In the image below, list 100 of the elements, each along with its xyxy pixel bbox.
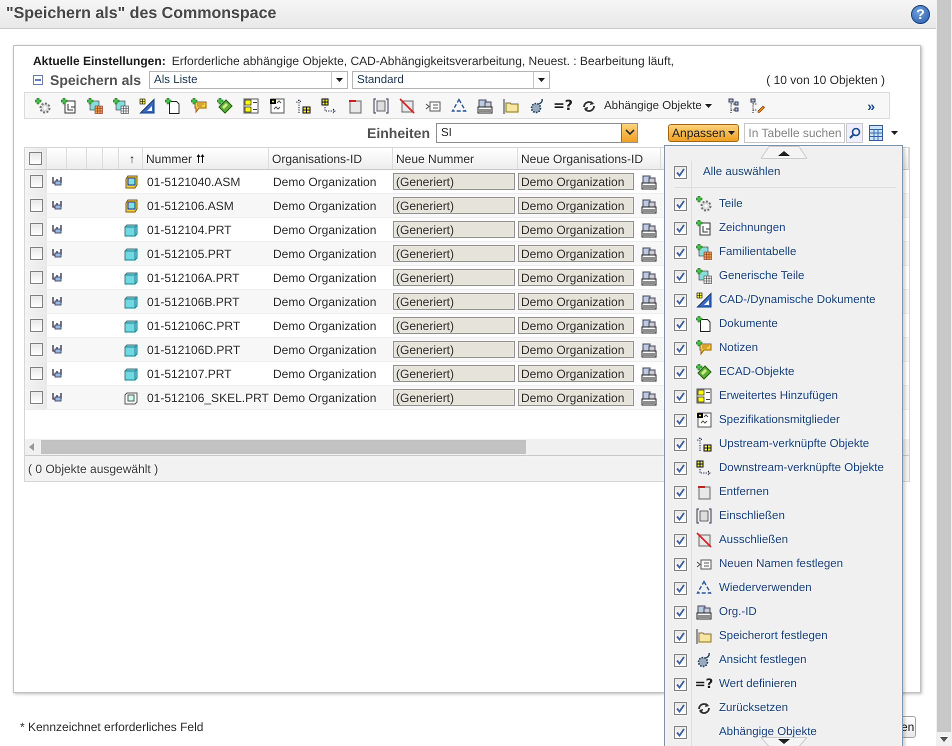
menu-item[interactable]: Dokumente bbox=[719, 318, 778, 330]
more-button[interactable]: » bbox=[861, 96, 881, 114]
triangle-ruler-icon[interactable] bbox=[139, 98, 155, 114]
menu-checkbox[interactable] bbox=[674, 630, 687, 642]
menu-item[interactable]: Abhängige Objekte bbox=[719, 726, 817, 738]
new-number-field[interactable]: (Generiert) bbox=[393, 389, 515, 406]
menu-item[interactable]: Alle auswählen bbox=[665, 161, 902, 183]
column-settings-icon[interactable] bbox=[869, 124, 884, 140]
new-number-field[interactable]: (Generiert) bbox=[393, 197, 515, 214]
table-icon[interactable] bbox=[113, 98, 129, 114]
menu-checkbox[interactable] bbox=[674, 390, 687, 402]
column-header[interactable]: Neue Nummer bbox=[393, 148, 518, 169]
building-icon[interactable] bbox=[641, 390, 657, 406]
menu-item[interactable]: Wert definieren bbox=[719, 678, 797, 690]
new-organization-field[interactable]: Demo Organization bbox=[518, 317, 634, 334]
new-organization-field[interactable]: Demo Organization bbox=[518, 197, 634, 214]
menu-checkbox[interactable] bbox=[674, 198, 687, 210]
gear-icon[interactable] bbox=[35, 98, 51, 114]
building-icon[interactable] bbox=[641, 318, 657, 334]
define-value-button[interactable]: =? bbox=[550, 94, 576, 116]
chip-icon[interactable] bbox=[217, 98, 233, 114]
document-icon[interactable] bbox=[165, 98, 181, 114]
menu-checkbox[interactable] bbox=[674, 654, 687, 666]
structure-icon[interactable] bbox=[52, 344, 62, 354]
menu-item[interactable]: CAD-/Dynamische Dokumente bbox=[719, 294, 876, 306]
new-number-field[interactable]: (Generiert) bbox=[393, 341, 515, 358]
menu-checkbox[interactable] bbox=[674, 438, 687, 450]
building-icon[interactable] bbox=[641, 342, 657, 358]
exclude-icon[interactable] bbox=[399, 98, 415, 114]
menu-checkbox[interactable] bbox=[674, 486, 687, 498]
menu-item[interactable]: Speicherort festlegen bbox=[719, 630, 828, 642]
row-checkbox[interactable] bbox=[30, 199, 42, 212]
recycle-icon[interactable] bbox=[451, 98, 467, 114]
structure-icon[interactable] bbox=[52, 320, 62, 330]
menu-checkbox[interactable] bbox=[674, 462, 687, 474]
menu-item[interactable]: Org.-ID bbox=[719, 606, 757, 618]
menu-item[interactable]: Teile bbox=[719, 198, 743, 210]
building-icon[interactable] bbox=[477, 98, 493, 114]
new-organization-field[interactable]: Demo Organization bbox=[518, 341, 634, 358]
folder-icon[interactable] bbox=[503, 98, 519, 114]
menu-checkbox[interactable] bbox=[674, 294, 687, 306]
building-icon[interactable] bbox=[641, 222, 657, 238]
menu-item[interactable]: Generische Teile bbox=[719, 270, 804, 282]
new-organization-field[interactable]: Demo Organization bbox=[518, 221, 634, 238]
menu-item[interactable]: Upstream-verknüpfte Objekte bbox=[719, 438, 870, 450]
row-checkbox[interactable] bbox=[30, 319, 42, 332]
row-checkbox[interactable] bbox=[30, 271, 42, 284]
menu-checkbox[interactable] bbox=[674, 534, 687, 546]
menu-checkbox[interactable] bbox=[674, 678, 687, 690]
row-checkbox[interactable] bbox=[30, 391, 42, 404]
list-icon[interactable] bbox=[243, 98, 259, 114]
row-checkbox[interactable] bbox=[30, 175, 42, 188]
menu-checkbox[interactable] bbox=[674, 166, 687, 178]
new-organization-field[interactable]: Demo Organization bbox=[518, 269, 634, 286]
new-organization-field[interactable]: Demo Organization bbox=[518, 365, 634, 382]
scrollbar-thumb[interactable] bbox=[937, 0, 951, 732]
row-checkbox[interactable] bbox=[30, 223, 42, 236]
new-organization-field[interactable]: Demo Organization bbox=[518, 245, 634, 262]
menu-checkbox[interactable] bbox=[674, 558, 687, 570]
scroll-down-button[interactable] bbox=[760, 737, 806, 746]
menu-checkbox[interactable] bbox=[674, 318, 687, 330]
new-number-field[interactable]: (Generiert) bbox=[393, 245, 515, 262]
menu-checkbox[interactable] bbox=[674, 366, 687, 378]
menu-checkbox[interactable] bbox=[674, 582, 687, 594]
search-field[interactable]: In Tabelle suchen bbox=[744, 122, 846, 142]
menu-checkbox[interactable] bbox=[674, 222, 687, 234]
menu-item[interactable]: Zeichnungen bbox=[719, 222, 786, 234]
dependent-objects-menu[interactable]: Abhängige Objekte bbox=[602, 100, 718, 112]
menu-item[interactable]: Ausschließen bbox=[719, 534, 788, 546]
gear-icon[interactable] bbox=[529, 98, 545, 114]
menu-item[interactable]: Entfernen bbox=[719, 486, 769, 498]
column-header[interactable]: Nummer bbox=[143, 148, 269, 169]
structure-icon[interactable] bbox=[52, 296, 62, 306]
scrollbar-thumb[interactable] bbox=[41, 440, 526, 454]
layout-dropdown[interactable]: Standard bbox=[352, 71, 550, 89]
upstream-icon[interactable] bbox=[295, 98, 311, 114]
structure-icon[interactable] bbox=[52, 272, 62, 282]
downstream-icon[interactable] bbox=[321, 98, 337, 114]
new-organization-field[interactable]: Demo Organization bbox=[518, 173, 634, 190]
new-number-field[interactable]: (Generiert) bbox=[393, 269, 515, 286]
column-header[interactable]: Neue Organisations-ID bbox=[518, 148, 661, 169]
menu-item[interactable]: Erweitertes Hinzufügen bbox=[719, 390, 838, 402]
building-icon[interactable] bbox=[641, 270, 657, 286]
menu-checkbox[interactable] bbox=[674, 342, 687, 354]
new-number-field[interactable]: (Generiert) bbox=[393, 221, 515, 238]
new-number-field[interactable]: (Generiert) bbox=[393, 173, 515, 190]
tree-edit-icon[interactable] bbox=[748, 98, 765, 114]
building-icon[interactable] bbox=[641, 366, 657, 382]
menu-item[interactable]: Einschließen bbox=[719, 510, 785, 522]
structure-icon[interactable] bbox=[52, 176, 62, 186]
row-checkbox[interactable] bbox=[30, 247, 42, 260]
menu-checkbox[interactable] bbox=[674, 270, 687, 282]
menu-checkbox[interactable] bbox=[674, 246, 687, 258]
table-icon[interactable] bbox=[87, 98, 103, 114]
customize-button[interactable]: Anpassen bbox=[668, 124, 740, 142]
row-checkbox[interactable] bbox=[30, 367, 42, 380]
menu-item[interactable]: Ansicht festlegen bbox=[719, 654, 807, 666]
new-organization-field[interactable]: Demo Organization bbox=[518, 389, 634, 406]
menu-checkbox[interactable] bbox=[674, 414, 687, 426]
menu-checkbox[interactable] bbox=[674, 510, 687, 522]
